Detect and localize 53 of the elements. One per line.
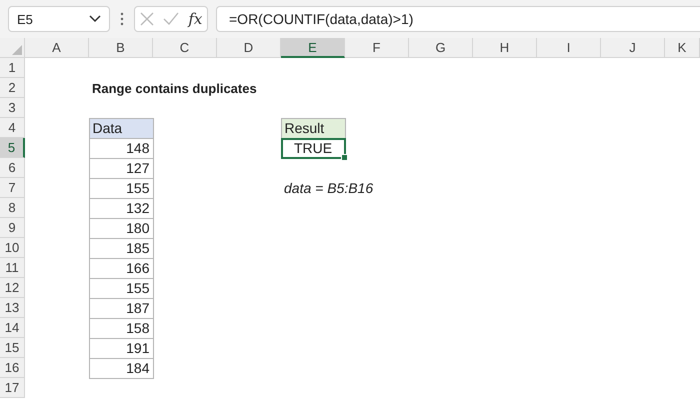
row-header[interactable]: 5 [0,138,25,158]
row-header[interactable]: 13 [0,298,25,318]
row-header[interactable]: 2 [0,78,25,98]
row-header[interactable]: 12 [0,278,25,298]
table-cell: 184 [88,358,154,378]
column-header[interactable]: G [409,38,473,58]
row-header[interactable]: 14 [0,318,25,338]
table-header-cell: Result [280,118,346,138]
table-header-cell: Data [88,118,154,138]
row-header[interactable]: 10 [0,238,25,258]
table-cell: 127 [88,158,154,178]
row-header[interactable]: 16 [0,358,25,378]
insert-function-button[interactable]: fx [188,10,202,28]
column-header[interactable]: H [473,38,537,58]
column-header[interactable]: D [217,38,281,58]
row-header[interactable]: 3 [0,98,25,118]
column-header[interactable]: F [345,38,409,58]
table-cell: 155 [88,278,154,298]
more-options-icon[interactable] [120,12,124,26]
row-header[interactable]: 11 [0,258,25,278]
select-all-icon[interactable] [12,45,22,55]
result-cell[interactable]: TRUE [280,138,346,158]
enter-check-icon[interactable] [162,12,179,26]
table-cell: 180 [88,218,154,238]
row-header[interactable]: 17 [0,378,25,398]
table-cell: 155 [88,178,154,198]
row-header[interactable]: 1 [0,58,25,78]
name-box[interactable]: E5 [8,6,110,32]
column-header[interactable]: A [25,38,89,58]
row-header[interactable]: 9 [0,218,25,238]
row-header[interactable]: 7 [0,178,25,198]
table-cell: 185 [88,238,154,258]
named-range-note: data = B5:B16 [283,179,374,198]
column-header[interactable]: J [601,38,665,58]
column-header[interactable]: C [153,38,217,58]
row-header[interactable]: 8 [0,198,25,218]
table-cell: 191 [88,338,154,358]
row-header[interactable]: 6 [0,158,25,178]
chevron-down-icon [89,15,101,23]
column-header[interactable]: E [281,38,345,58]
sheet-title: Range contains duplicates [91,80,258,98]
formula-field[interactable]: =OR(COUNTIF(data,data)>1) [216,6,700,32]
cancel-icon[interactable] [140,12,154,26]
table-cell: 187 [88,298,154,318]
column-header[interactable]: I [537,38,601,58]
table-cell: 148 [88,138,154,158]
table-cell: 132 [88,198,154,218]
row-header[interactable]: 15 [0,338,25,358]
column-header[interactable]: B [89,38,153,58]
row-header[interactable]: 4 [0,118,25,138]
column-header[interactable]: K [665,38,700,58]
table-cell: 166 [88,258,154,278]
table-cell: 158 [88,318,154,338]
